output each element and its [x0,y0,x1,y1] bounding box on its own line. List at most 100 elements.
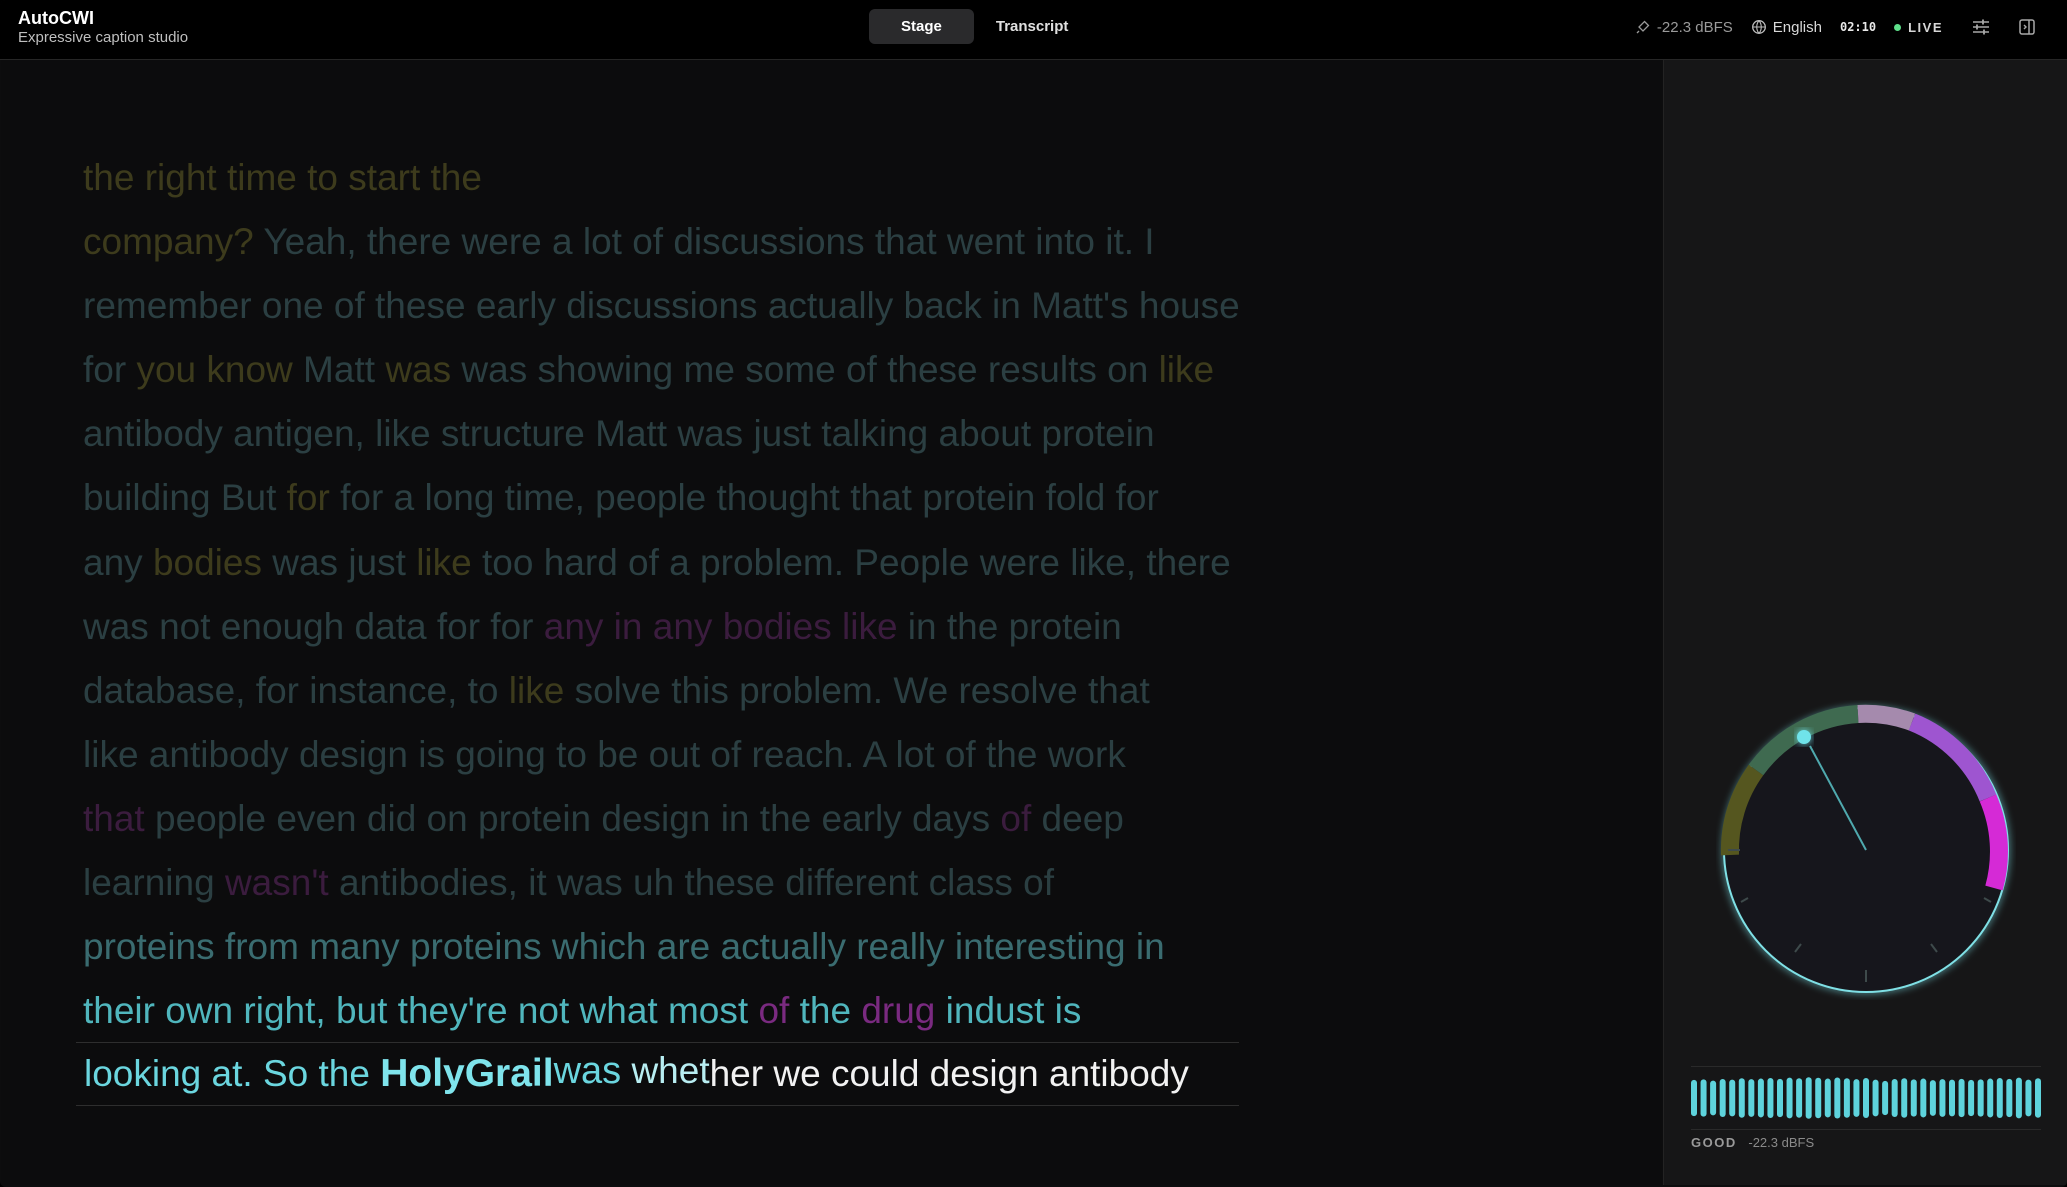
meter-bar [2025,1079,2032,1117]
tab-stage[interactable]: Stage [869,9,974,44]
meter-bar [1910,1079,1917,1117]
current-caption-word-grail: Grail [464,1052,554,1095]
meter-bar [1834,1077,1841,1119]
caption-segment: any in any bodies like [543,605,898,647]
meter-bar [1939,1079,1946,1117]
caption-segment: of [758,990,790,1032]
audio-level-bars [1691,1077,2041,1119]
view-tabs: Stage Transcript [869,9,1090,44]
current-caption-lead: looking at. So the [84,1053,381,1094]
caption-segment: company? [83,221,254,263]
caption-segment: any [83,541,153,583]
caption-segment: learning [83,862,225,904]
meter-bar [1996,1078,2003,1118]
caption-segment: for [286,477,330,519]
caption-line: that people even did on protein design i… [83,787,1333,851]
caption-segment: antibody antigen, like structure Matt wa… [83,413,1155,455]
caption-segment: deep [1031,797,1124,839]
caption-segment: you know [136,349,293,391]
app-name: AutoCWI [18,8,94,28]
caption-line: for you know Matt was was showing me som… [83,338,1333,402]
meter-bar [1958,1078,1965,1118]
current-caption-partial-her: her [709,1053,764,1094]
side-panel: GOOD -22.3 dBFS [1663,60,2067,1185]
caption-segment: antibodies, it was uh these different cl… [328,862,1055,904]
input-level-indicator: -22.3 dBFS [1635,19,1733,36]
caption-history: the right time to start the company? Yeah… [83,146,1333,1043]
live-dot [1894,23,1902,31]
caption-segment: remember one of these early discussions … [83,285,1240,327]
caption-segment: was showing me some of these results on [451,349,1159,391]
meter-bar [1691,1079,1697,1117]
caption-segment: Matt [292,349,386,391]
elapsed-time: 02:10 [1840,20,1876,34]
meter-bar [1968,1079,1975,1117]
meter-bar [1929,1080,1936,1116]
caption-segment: like [508,669,565,711]
elapsed-time-text: 02:10 [1839,20,1877,34]
meter-bar [1767,1078,1774,1118]
caption-segment: for [83,349,137,391]
meter-bar [1786,1077,1793,1119]
meter-bar [1777,1078,1783,1118]
globe-icon [1751,20,1766,34]
signal-quality-label: GOOD [1691,1135,1737,1150]
meter-footer: GOOD -22.3 dBFS [1691,1135,1814,1150]
meter-bar [1729,1079,1736,1117]
tab-transcript[interactable]: Transcript [974,9,1091,44]
meter-bar [1891,1078,1898,1118]
current-caption-word-was: was [553,1050,622,1092]
meter-bar [1872,1079,1879,1117]
meter-bar [1815,1077,1822,1119]
app-window: AutoCWI Expressive caption studio Stage … [0,0,2067,1187]
caption-segment: proteins from many proteins which are ac… [83,926,1165,968]
caption-segment: wasn't [224,862,329,904]
caption-segment: the right time to start the [83,157,482,198]
caption-line: their own right, but they're not what mo… [83,979,1333,1043]
toggle-side-panel-button[interactable] [2015,12,2045,42]
caption-line: database, for instance, to like solve th… [83,659,1333,723]
caption-segment: drug [861,990,936,1032]
meter-bar [2006,1078,2013,1118]
caption-segment: database, for instance, to [83,669,509,711]
caption-segment: building But [83,477,287,519]
language-selector[interactable]: English [1751,19,1822,36]
caption-segment: bodies [152,541,262,583]
caption-segment: Yeah, there were a lot of discussions th… [253,221,1155,263]
meter-bar [1710,1080,1717,1116]
current-caption-partial-whet: whet [621,1050,710,1091]
dial-indicator-dot [1797,730,1811,744]
input-level-text: -22.3 dBFS [1656,18,1733,36]
caption-segment: solve this problem. We resolve that [564,669,1150,711]
emotion-dial [1720,704,2009,993]
caption-segment: of [1000,797,1032,839]
caption-segment: people even did on protein design in the… [144,797,1001,839]
caption-line: remember one of these early discussions … [83,274,1333,338]
live-label: LIVE [1908,19,1943,35]
meter-bar [1748,1079,1755,1117]
caption-segment: was [385,349,452,391]
caption-segment: like [416,541,472,583]
caption-line: the right time to start the [83,146,1333,210]
caption-segment: was not enough data for for [83,605,544,647]
audio-level-meter [1691,1066,2041,1130]
meter-bar [1700,1079,1707,1117]
caption-segment: was just [261,541,417,583]
caption-line: learning wasn't antibodies, it was uh th… [83,851,1333,915]
microphone-icon [1636,20,1650,34]
meter-bar [1796,1078,1803,1118]
current-caption-rest: we could design antibody [763,1053,1189,1094]
app-subtitle: Expressive caption studio [18,29,189,46]
caption-line: was not enough data for for any in any b… [83,595,1333,659]
meter-bar [1882,1080,1889,1116]
meter-bar [1843,1078,1850,1118]
caption-line: proteins from many proteins which are ac… [83,915,1333,979]
meter-bar [1824,1078,1831,1118]
meter-bar [1805,1077,1812,1119]
language-label: English [1772,18,1822,36]
settings-sliders-button[interactable] [1969,12,1999,42]
status-bar: -22.3 dBFS English 02:10 LIVE [1635,0,2067,54]
signal-level-text: -22.3 dBFS [1748,1135,1815,1150]
dial-segment-lavender [1857,704,1916,731]
meter-bar [1977,1079,1984,1117]
